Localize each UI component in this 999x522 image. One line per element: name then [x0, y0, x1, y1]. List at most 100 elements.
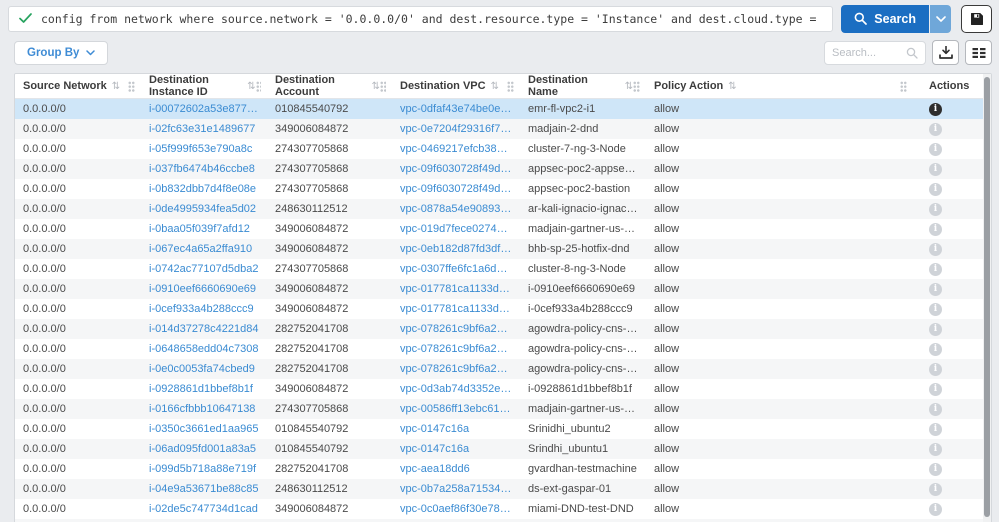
info-icon[interactable]: i — [929, 242, 942, 256]
table-row[interactable]: 0.0.0.0/0 i-0928861d1bbef8b1f 349006084872… — [15, 379, 991, 399]
table-row[interactable]: 0.0.0.0/0 i-0cef933a4b288ccc9 349006084872… — [15, 299, 991, 319]
destination-vpc-link[interactable]: vpc-0dfaf43e74be0eb4a — [392, 103, 520, 115]
column-header-destination-vpc[interactable]: Destination VPC ⇅ — [392, 74, 520, 98]
destination-instance-id-link[interactable]: i-02de5c747734d1cad — [141, 503, 267, 515]
destination-instance-id-link[interactable]: i-02fc63e31e1489677 — [141, 123, 267, 135]
destination-instance-id-link[interactable]: i-067ec4a65a2ffa910 — [141, 243, 267, 255]
table-row[interactable]: 0.0.0.0/0 i-02fc63e31e1489677 349006084872… — [15, 119, 991, 139]
destination-vpc-link[interactable]: vpc-0eb182d87fd3dfc14 — [392, 243, 520, 255]
table-row[interactable]: 0.0.0.0/0 i-0b832dbb7d4f8e08e 274307705868… — [15, 179, 991, 199]
info-icon[interactable]: i — [929, 442, 942, 456]
info-icon[interactable]: i — [929, 122, 942, 136]
info-icon[interactable]: i — [929, 322, 942, 336]
column-drag-handle-icon[interactable] — [633, 80, 640, 92]
sort-icon[interactable]: ⇅ — [247, 81, 255, 92]
column-settings-button[interactable] — [965, 40, 992, 65]
destination-vpc-link[interactable]: vpc-017781ca1133dc28b — [392, 303, 520, 315]
table-row[interactable]: 0.0.0.0/0 i-0350c3661ed1aa965 010845540792… — [15, 419, 991, 439]
destination-instance-id-link[interactable]: i-04e9a53671be88c85 — [141, 483, 267, 495]
info-icon[interactable]: i — [929, 282, 942, 296]
table-row[interactable]: 0.0.0.0/0 i-099d5b718a88e719f 282752041708… — [15, 459, 991, 479]
table-row[interactable]: 0.0.0.0/0 i-0742ac77107d5dba2 274307705868… — [15, 259, 991, 279]
destination-instance-id-link[interactable]: i-037fb6474b46ccbe8 — [141, 163, 267, 175]
table-row[interactable]: 0.0.0.0/0 i-014d37278c4221d84 282752041708… — [15, 319, 991, 339]
column-header-destination-account[interactable]: Destination Account ⇅ — [267, 74, 392, 98]
destination-instance-id-link[interactable]: i-0baa05f039f7afd12 — [141, 223, 267, 235]
destination-instance-id-link[interactable]: i-0b832dbb7d4f8e08e — [141, 183, 267, 195]
table-row[interactable]: 0.0.0.0/0 i-067ec4a65a2ffa910 349006084872… — [15, 239, 991, 259]
destination-vpc-link[interactable]: vpc-017781ca1133dc28b — [392, 283, 520, 295]
column-header-destination-name[interactable]: Destination Name ⇅ — [520, 74, 646, 98]
info-icon[interactable]: i — [929, 402, 942, 416]
destination-vpc-link[interactable]: vpc-00586ff13ebc6154f — [392, 403, 520, 415]
destination-vpc-link[interactable]: vpc-078261c9bf6a260d3 — [392, 343, 520, 355]
table-filter-input[interactable] — [832, 46, 904, 59]
table-row[interactable]: 0.0.0.0/0 i-0baa05f039f7afd12 349006084872… — [15, 219, 991, 239]
destination-instance-id-link[interactable]: i-0166cfbbb10647138 — [141, 403, 267, 415]
query-input[interactable]: config from network where source.network… — [8, 5, 834, 32]
table-row[interactable]: 0.0.0.0/0 i-0910eef6660690e69 349006084872… — [15, 279, 991, 299]
table-row[interactable]: 0.0.0.0/0 i-0166cfbbb10647138 274307705868… — [15, 399, 991, 419]
destination-instance-id-link[interactable]: i-05f999f653e790a8c — [141, 143, 267, 155]
destination-vpc-link[interactable]: vpc-0d3ab74d3352ebcac — [392, 383, 520, 395]
destination-vpc-link[interactable]: vpc-0147c16a — [392, 443, 520, 455]
table-row[interactable]: 0.0.0.0/0 i-05f999f653e790a8c 274307705868… — [15, 139, 991, 159]
info-icon[interactable]: i — [929, 422, 942, 436]
column-header-actions[interactable]: Actions — [913, 74, 991, 98]
destination-vpc-link[interactable]: vpc-09f6030728f49db07 — [392, 183, 520, 195]
group-by-button[interactable]: Group By — [14, 40, 109, 65]
table-row[interactable]: 0.0.0.0/0 i-04e9a53671be88c85 248630112512… — [15, 479, 991, 499]
save-query-button[interactable] — [961, 4, 992, 33]
search-button[interactable]: Search — [841, 4, 929, 33]
destination-instance-id-link[interactable]: i-06ad095fd001a83a5 — [141, 443, 267, 455]
info-icon[interactable]: i — [929, 482, 942, 496]
info-icon[interactable]: i — [929, 202, 942, 216]
info-icon[interactable]: i — [929, 182, 942, 196]
destination-vpc-link[interactable]: vpc-078261c9bf6a260d3 — [392, 363, 520, 375]
destination-vpc-link[interactable]: vpc-0878a54e90893d01e — [392, 203, 520, 215]
table-row[interactable]: 0.0.0.0/0 i-0e0c0053fa74cbed9 282752041708… — [15, 359, 991, 379]
destination-instance-id-link[interactable]: i-099d5b718a88e719f — [141, 463, 267, 475]
column-drag-handle-icon[interactable] — [507, 80, 514, 92]
destination-instance-id-link[interactable]: i-0350c3661ed1aa965 — [141, 423, 267, 435]
destination-vpc-link[interactable]: vpc-0b7a258a715348a05 — [392, 483, 520, 495]
info-icon[interactable]: i — [929, 342, 942, 356]
column-drag-handle-icon[interactable] — [900, 80, 907, 92]
destination-vpc-link[interactable]: vpc-019d7fece027474d5 — [392, 223, 520, 235]
destination-vpc-link[interactable]: vpc-078261c9bf6a260d3 — [392, 323, 520, 335]
info-icon[interactable]: i — [929, 142, 942, 156]
table-filter-box[interactable] — [824, 40, 926, 65]
download-button[interactable] — [932, 40, 959, 65]
destination-instance-id-link[interactable]: i-014d37278c4221d84 — [141, 323, 267, 335]
destination-instance-id-link[interactable]: i-0e0c0053fa74cbed9 — [141, 363, 267, 375]
sort-icon[interactable]: ⇅ — [491, 81, 499, 92]
table-row[interactable]: 0.0.0.0/0 i-0648658edd04c7308 282752041708… — [15, 339, 991, 359]
info-icon[interactable]: i — [929, 502, 942, 516]
sort-icon[interactable]: ⇅ — [625, 81, 633, 92]
info-icon[interactable]: i — [929, 382, 942, 396]
sort-icon[interactable]: ⇅ — [372, 81, 380, 92]
table-row[interactable]: 0.0.0.0/0 i-02de5c747734d1cad 349006084872… — [15, 499, 991, 519]
column-drag-handle-icon[interactable] — [379, 80, 386, 92]
info-icon[interactable]: i — [929, 462, 942, 476]
info-icon[interactable]: i — [929, 362, 942, 376]
destination-instance-id-link[interactable]: i-0910eef6660690e69 — [141, 283, 267, 295]
sort-icon[interactable]: ⇅ — [112, 81, 120, 92]
destination-vpc-link[interactable]: vpc-0307ffe6fc1a6d7ad — [392, 263, 520, 275]
info-icon[interactable]: i — [929, 302, 942, 316]
destination-vpc-link[interactable]: vpc-0e7204f29316f760b — [392, 123, 520, 135]
destination-instance-id-link[interactable]: i-0de4995934fea5d02 — [141, 203, 267, 215]
column-drag-handle-icon[interactable] — [128, 80, 135, 92]
info-icon[interactable]: i — [929, 162, 942, 176]
info-icon[interactable]: i — [929, 222, 942, 236]
info-icon[interactable]: i — [929, 102, 942, 116]
table-row[interactable]: 0.0.0.0/0 i-0de4995934fea5d02 248630112512… — [15, 199, 991, 219]
search-options-dropdown[interactable] — [930, 4, 951, 33]
destination-instance-id-link[interactable]: i-0cef933a4b288ccc9 — [141, 303, 267, 315]
column-header-source-network[interactable]: Source Network ⇅ — [15, 74, 141, 98]
destination-instance-id-link[interactable]: i-0648658edd04c7308 — [141, 343, 267, 355]
destination-instance-id-link[interactable]: i-0742ac77107d5dba2 — [141, 263, 267, 275]
destination-vpc-link[interactable]: vpc-0469217efcb3898c5 — [392, 143, 520, 155]
table-row[interactable]: 0.0.0.0/0 i-00072602a53e877de 010845540792… — [15, 99, 991, 119]
info-icon[interactable]: i — [929, 262, 942, 276]
